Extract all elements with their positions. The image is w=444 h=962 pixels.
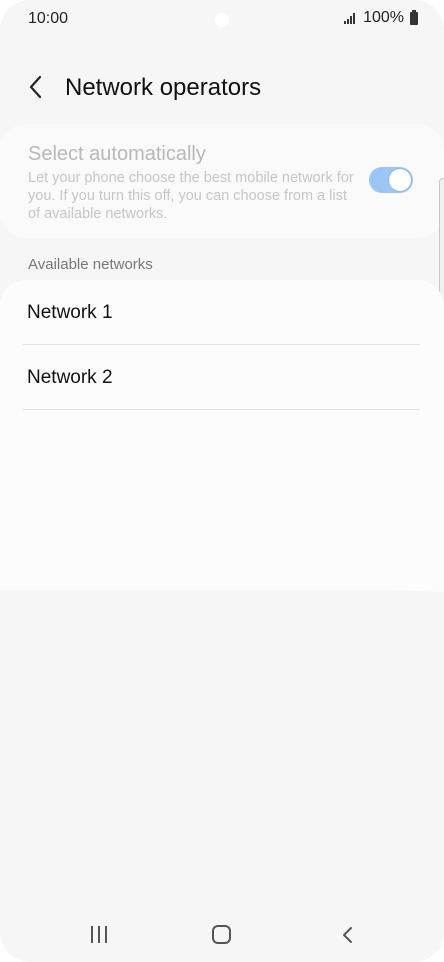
page-title: Network operators bbox=[65, 74, 262, 101]
list-bottom-edge bbox=[0, 540, 444, 592]
status-bar: 10:00 100% bbox=[0, 0, 444, 40]
status-indicators: 100% bbox=[344, 9, 418, 27]
recent-apps-icon[interactable] bbox=[88, 922, 110, 948]
phone-screen: 10:00 100% Network operators Select auto… bbox=[0, 0, 444, 962]
status-time: 10:00 bbox=[28, 10, 69, 27]
select-automatically-title: Select automatically bbox=[28, 143, 206, 165]
navigation-bar bbox=[0, 912, 444, 960]
home-icon[interactable] bbox=[212, 922, 234, 948]
select-automatically-description: Let your phone choose the best mobile ne… bbox=[28, 170, 354, 222]
signal-icon bbox=[344, 12, 356, 24]
header: Network operators bbox=[0, 62, 444, 112]
chevron-left-icon[interactable] bbox=[24, 72, 50, 102]
network-label: Network 1 bbox=[27, 302, 113, 323]
battery-icon bbox=[410, 9, 418, 25]
nav-back-icon[interactable] bbox=[338, 922, 358, 948]
select-automatically-toggle[interactable] bbox=[369, 167, 413, 193]
toggle-knob bbox=[388, 168, 412, 192]
front-camera bbox=[215, 13, 229, 27]
network-item-2[interactable]: Network 2 bbox=[23, 345, 420, 410]
battery-percent: 100% bbox=[363, 9, 404, 26]
available-networks-label: Available networks bbox=[28, 256, 153, 273]
select-automatically-row[interactable]: Select automatically Let your phone choo… bbox=[0, 124, 444, 238]
network-item-1[interactable]: Network 1 bbox=[23, 280, 420, 345]
network-label: Network 2 bbox=[27, 367, 113, 388]
